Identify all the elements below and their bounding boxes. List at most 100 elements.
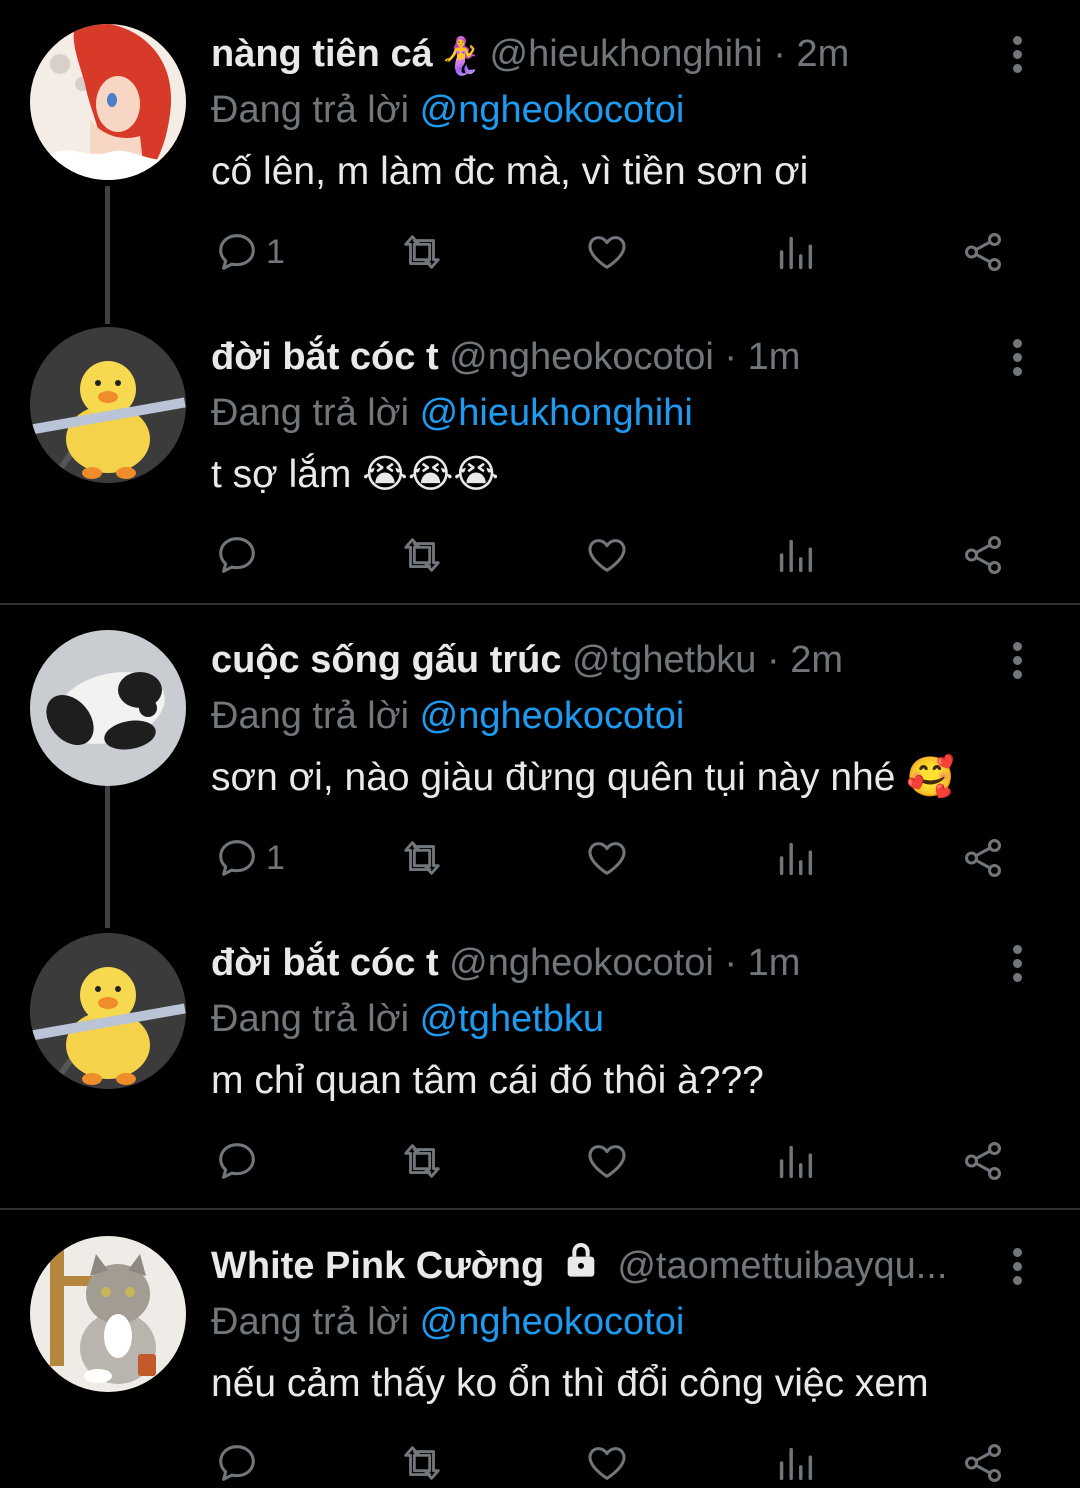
retweet-icon — [404, 1144, 440, 1178]
tweet-text: t sợ lắm 😭😭😭 — [211, 453, 499, 496]
heart-icon — [588, 1447, 626, 1480]
retweet-button[interactable] — [399, 833, 445, 883]
more-options-button[interactable] — [1002, 36, 1032, 76]
share-icon — [964, 839, 1002, 877]
share-icon — [964, 1444, 1002, 1482]
reply-button[interactable]: 1 — [214, 833, 285, 883]
like-button[interactable] — [584, 1136, 630, 1186]
timestamp[interactable]: 2m — [796, 33, 849, 75]
analytics-button[interactable] — [772, 530, 818, 580]
share-button[interactable] — [960, 530, 1006, 580]
avatar[interactable] — [30, 24, 186, 180]
tweet-text: nếu cảm thấy ko ổn thì đổi công việc xem — [211, 1362, 929, 1405]
user-handle[interactable]: @taomettuibayqu... — [617, 1245, 947, 1287]
display-name[interactable]: đời bắt cóc t — [211, 942, 439, 984]
display-name[interactable]: cuộc sống gấu trúc — [211, 639, 561, 681]
retweet-button[interactable] — [399, 1136, 445, 1186]
reply-button[interactable] — [214, 530, 266, 580]
user-handle[interactable]: @hieukhonghihi — [490, 33, 763, 75]
reply-button[interactable] — [214, 1438, 260, 1488]
display-name[interactable]: nàng tiên cá — [211, 33, 433, 75]
analytics-icon — [779, 539, 813, 573]
mention-link[interactable]: @hieukhonghihi — [420, 392, 693, 434]
panda-avatar-icon — [30, 630, 186, 786]
tweet-actions — [211, 1136, 1010, 1186]
thread-connector — [105, 786, 110, 928]
retweet-button[interactable] — [399, 530, 445, 580]
reply-button[interactable]: 1 — [214, 227, 285, 277]
user-handle[interactable]: @ngheokocotoi — [449, 336, 714, 378]
reply-context: Đang trả lời @ngheokocotoi — [211, 1296, 1010, 1348]
display-name[interactable]: White Pink Cường — [211, 1245, 544, 1287]
reply-count: 1 — [266, 232, 285, 271]
tweet-header: đời bắt cóc t @ngheokocotoi · 1m — [211, 933, 1010, 993]
user-handle[interactable]: @tghetbku — [572, 639, 756, 681]
divider — [0, 1208, 1080, 1210]
mention-link[interactable]: @ngheokocotoi — [420, 1301, 685, 1343]
lock-icon — [561, 1238, 601, 1296]
like-button[interactable] — [584, 227, 630, 277]
reply-icon — [219, 1445, 255, 1481]
lock-icon-graphic — [567, 1242, 595, 1277]
analytics-icon — [779, 1447, 813, 1481]
analytics-icon — [779, 236, 813, 270]
tweet-actions — [211, 530, 1010, 580]
tweet-actions: 1 — [211, 833, 1010, 883]
tweet-text: sơn ơi, nào giàu đừng quên tụi này nhé 🥰 — [211, 756, 955, 799]
timestamp[interactable]: 1m — [748, 942, 801, 984]
like-button[interactable] — [584, 833, 630, 883]
analytics-button[interactable] — [772, 1438, 818, 1488]
more-options-button[interactable] — [1002, 945, 1032, 985]
retweet-icon — [404, 235, 440, 269]
mention-link[interactable]: @ngheokocotoi — [420, 89, 685, 131]
user-handle[interactable]: @ngheokocotoi — [449, 942, 714, 984]
avatar[interactable] — [30, 327, 186, 483]
analytics-button[interactable] — [772, 1136, 818, 1186]
retweet-button[interactable] — [399, 1438, 445, 1488]
share-button[interactable] — [960, 1438, 1006, 1488]
reply-context: Đang trả lời @ngheokocotoi — [211, 84, 1010, 136]
thread-connector — [105, 186, 110, 324]
duck-avatar-icon — [30, 327, 186, 483]
separator: · — [724, 336, 738, 378]
more-options-button[interactable] — [1002, 642, 1032, 682]
reply-button[interactable] — [214, 1136, 266, 1186]
separator: · — [773, 33, 786, 75]
like-button[interactable] — [584, 530, 630, 580]
tweet-header: đời bắt cóc t @ngheokocotoi · 1m — [211, 327, 1010, 387]
reply-prefix: Đang trả lời — [211, 998, 410, 1040]
reply-icon — [219, 1143, 255, 1179]
analytics-button[interactable] — [772, 227, 818, 277]
heart-icon — [588, 539, 626, 572]
mention-link[interactable]: @ngheokocotoi — [420, 695, 685, 737]
cat-avatar-icon — [30, 1236, 186, 1392]
share-button[interactable] — [960, 833, 1006, 883]
display-name[interactable]: đời bắt cóc t — [211, 336, 439, 378]
reply-context: Đang trả lời @hieukhonghihi — [211, 387, 1010, 439]
tweet-header: cuộc sống gấu trúc @tghetbku · 2m — [211, 630, 1010, 690]
reply-prefix: Đang trả lời — [211, 695, 410, 737]
more-options-button[interactable] — [1002, 339, 1032, 379]
retweet-icon — [404, 1446, 440, 1480]
retweet-button[interactable] — [399, 227, 445, 277]
share-button[interactable] — [960, 1136, 1006, 1186]
timestamp[interactable]: 2m — [790, 639, 843, 681]
share-icon — [964, 536, 1002, 574]
like-button[interactable] — [584, 1438, 630, 1488]
timestamp[interactable]: 1m — [748, 336, 801, 378]
avatar[interactable] — [30, 630, 186, 786]
reply-prefix: Đang trả lời — [211, 1301, 410, 1343]
share-button[interactable] — [960, 227, 1006, 277]
heart-icon — [588, 842, 626, 875]
analytics-button[interactable] — [772, 833, 818, 883]
avatar[interactable] — [30, 933, 186, 1089]
more-options-button[interactable] — [1002, 1248, 1032, 1288]
mention-link[interactable]: @tghetbku — [420, 998, 604, 1040]
tweet-text: cố lên, m làm đc mà, vì tiền sơn ơi — [211, 150, 809, 193]
heart-icon — [588, 236, 626, 269]
avatar[interactable] — [30, 1236, 186, 1392]
share-icon — [964, 233, 1002, 271]
tweet-actions — [211, 1438, 1010, 1488]
tweet-header: nàng tiên cá 🧜‍♀️ @hieukhonghihi · 2m — [211, 24, 1010, 84]
tweet-header: White Pink Cường @taomettuibayqu... — [211, 1236, 1010, 1296]
